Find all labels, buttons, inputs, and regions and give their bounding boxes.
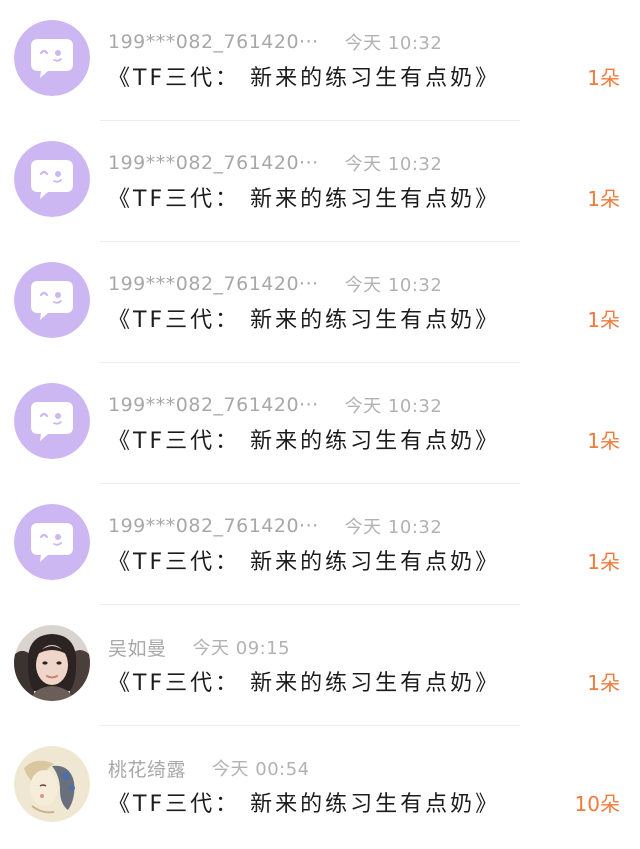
purple-chat-avatar-icon[interactable]: [14, 20, 90, 96]
timestamp: 今天 10:32: [344, 517, 443, 538]
flower-count: 1朵: [587, 187, 620, 211]
list-item[interactable]: 吴如曼 今天 09:15 《TF三代： 新来的练习生有点奶》 1朵: [0, 605, 640, 726]
item-meta: 199***082_761420··· 今天 10:32: [108, 514, 442, 538]
user-photo-avatar[interactable]: [14, 625, 90, 701]
timestamp: 今天 10:32: [344, 396, 443, 417]
sender-name: 199***082_761420···: [108, 31, 319, 53]
sender-name: 199***082_761420···: [108, 515, 319, 537]
flower-count: 1朵: [587, 550, 620, 574]
item-meta: 桃花绮露 今天 00:54: [108, 756, 310, 781]
flower-count: 1朵: [587, 66, 620, 90]
purple-chat-avatar-icon[interactable]: [14, 504, 90, 580]
gift-record-list: 199***082_761420··· 今天 10:32 《TF三代： 新来的练…: [0, 0, 640, 849]
item-meta: 吴如曼 今天 09:15: [108, 635, 291, 660]
flower-count: 1朵: [587, 671, 620, 695]
list-item[interactable]: 199***082_761420··· 今天 10:32 《TF三代： 新来的练…: [0, 484, 640, 605]
list-item[interactable]: 199***082_761420··· 今天 10:32 《TF三代： 新来的练…: [0, 0, 640, 121]
sender-name: 吴如曼: [108, 637, 167, 660]
item-meta: 199***082_761420··· 今天 10:32: [108, 151, 442, 175]
timestamp: 今天 00:54: [212, 759, 310, 780]
flower-count: 1朵: [587, 308, 620, 332]
list-item[interactable]: 199***082_761420··· 今天 10:32 《TF三代： 新来的练…: [0, 363, 640, 484]
book-title: 《TF三代： 新来的练习生有点奶》: [108, 671, 501, 696]
book-title: 《TF三代： 新来的练习生有点奶》: [108, 308, 501, 333]
illustration-avatar[interactable]: [14, 746, 90, 822]
sender-name: 桃花绮露: [108, 758, 187, 781]
book-title: 《TF三代： 新来的练习生有点奶》: [108, 187, 501, 212]
item-meta: 199***082_761420··· 今天 10:32: [108, 30, 442, 54]
sender-name: 199***082_761420···: [108, 394, 319, 416]
timestamp: 今天 09:15: [192, 638, 291, 659]
list-item[interactable]: 199***082_761420··· 今天 10:32 《TF三代： 新来的练…: [0, 121, 640, 242]
purple-chat-avatar-icon[interactable]: [14, 383, 90, 459]
flower-count: 1朵: [587, 429, 620, 453]
timestamp: 今天 10:32: [344, 275, 443, 296]
sender-name: 199***082_761420···: [108, 152, 319, 174]
item-meta: 199***082_761420··· 今天 10:32: [108, 272, 442, 296]
flower-count: 10朵: [574, 792, 620, 816]
book-title: 《TF三代： 新来的练习生有点奶》: [108, 429, 501, 454]
timestamp: 今天 10:32: [344, 154, 443, 175]
item-meta: 199***082_761420··· 今天 10:32: [108, 393, 442, 417]
timestamp: 今天 10:32: [344, 33, 443, 54]
list-item[interactable]: 桃花绮露 今天 00:54 《TF三代： 新来的练习生有点奶》 10朵: [0, 726, 640, 847]
purple-chat-avatar-icon[interactable]: [14, 141, 90, 217]
purple-chat-avatar-icon[interactable]: [14, 262, 90, 338]
book-title: 《TF三代： 新来的练习生有点奶》: [108, 66, 501, 91]
sender-name: 199***082_761420···: [108, 273, 319, 295]
book-title: 《TF三代： 新来的练习生有点奶》: [108, 792, 501, 817]
book-title: 《TF三代： 新来的练习生有点奶》: [108, 550, 501, 575]
list-item[interactable]: 199***082_761420··· 今天 10:32 《TF三代： 新来的练…: [0, 242, 640, 363]
